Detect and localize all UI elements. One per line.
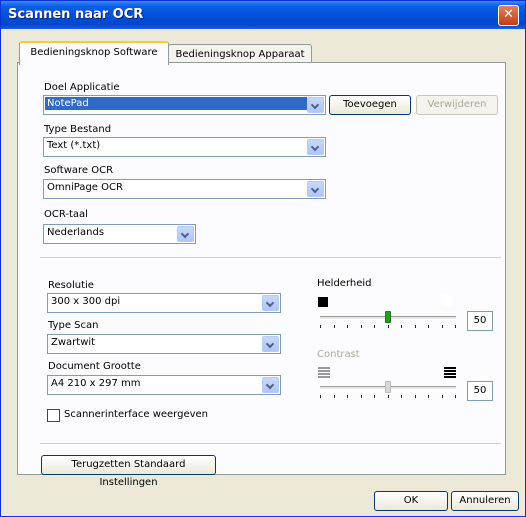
grootte-value: A4 210 x 297 mm: [51, 378, 141, 389]
slider-tick: [428, 395, 429, 398]
slider-tick: [428, 325, 429, 328]
contrast-ticks: [320, 395, 456, 399]
slider-tick: [442, 325, 443, 328]
chevron-down-icon[interactable]: [307, 97, 324, 113]
chevron-down-icon[interactable]: [177, 226, 194, 242]
close-icon: ✕: [503, 7, 514, 22]
slider-tick: [388, 325, 389, 328]
tab-software-label: Bedieningsknop Software: [30, 47, 158, 58]
tab-apparaat-label: Bedieningsknop Apparaat: [175, 49, 305, 60]
slider-tick: [361, 395, 362, 398]
low-contrast-icon: [318, 367, 330, 379]
remove-button[interactable]: Verwijderen: [416, 95, 498, 115]
slider-tick: [455, 395, 456, 398]
slider-tick: [415, 325, 416, 328]
slider-tick: [388, 395, 389, 398]
software-select[interactable]: OmniPage OCR: [43, 179, 326, 199]
taal-select[interactable]: Nederlands: [43, 224, 196, 244]
dark-square-icon: [318, 297, 328, 307]
slider-tick: [415, 395, 416, 398]
scan-label: Type Scan: [48, 320, 99, 331]
slider-tick: [361, 325, 362, 328]
high-contrast-icon: [444, 367, 456, 379]
slider-tick: [320, 395, 321, 398]
window-title: Scannen naar OCR: [8, 7, 144, 22]
interface-checkbox[interactable]: [47, 409, 60, 422]
contrast-label: Contrast: [317, 349, 360, 360]
helderheid-value[interactable]: 50: [467, 311, 493, 331]
resolutie-value: 300 x 300 dpi: [51, 296, 121, 307]
title-bar[interactable]: Scannen naar OCR ✕: [1, 1, 525, 29]
software-value: OmniPage OCR: [47, 182, 123, 193]
slider-tick: [374, 395, 375, 398]
taal-value: Nederlands: [47, 227, 105, 238]
separator: [40, 257, 501, 259]
taal-label: OCR-taal: [44, 209, 88, 220]
chevron-down-icon[interactable]: [307, 181, 324, 197]
slider-tick: [320, 325, 321, 328]
doel-select[interactable]: NotePad: [43, 95, 326, 115]
slider-tick: [374, 325, 375, 328]
ok-button[interactable]: OK: [374, 491, 448, 511]
slider-tick: [347, 395, 348, 398]
bestand-select[interactable]: Text (*.txt): [43, 137, 326, 157]
reset-defaults-button[interactable]: Terugzetten Standaard Instellingen: [41, 455, 216, 488]
bestand-label: Type Bestand: [44, 124, 112, 135]
bestand-value: Text (*.txt): [47, 140, 101, 151]
slider-tick: [347, 325, 348, 328]
slider-tick: [401, 325, 402, 328]
scan-select[interactable]: Zwartwit: [47, 334, 281, 354]
cancel-button[interactable]: Annuleren: [451, 491, 519, 511]
resolutie-select[interactable]: 300 x 300 dpi: [47, 293, 281, 313]
dialog-content: Bedieningsknop Software Bedieningsknop A…: [4, 29, 522, 513]
slider-tick: [442, 395, 443, 398]
chevron-down-icon[interactable]: [262, 377, 279, 393]
resolutie-label: Resolutie: [48, 280, 94, 291]
slider-tick: [455, 325, 456, 328]
doel-label: Doel Applicatie: [44, 82, 120, 93]
dialog-window: Scannen naar OCR ✕ Bedieningsknop Softwa…: [0, 0, 526, 517]
doel-value: NotePad: [45, 97, 307, 110]
light-square-icon: [442, 295, 453, 306]
helderheid-slider-thumb[interactable]: [385, 311, 391, 323]
slider-tick: [334, 395, 335, 398]
contrast-value[interactable]: 50: [467, 381, 493, 401]
slider-tick: [401, 395, 402, 398]
grootte-select[interactable]: A4 210 x 297 mm: [47, 375, 281, 395]
chevron-down-icon[interactable]: [262, 295, 279, 311]
scan-value: Zwartwit: [51, 337, 96, 348]
chevron-down-icon[interactable]: [307, 139, 324, 155]
helderheid-label: Helderheid: [317, 278, 372, 289]
grootte-label: Document Grootte: [48, 361, 141, 372]
add-button[interactable]: Toevoegen: [329, 95, 411, 115]
interface-label: Scannerinterface weergeven: [64, 409, 209, 420]
separator: [40, 443, 501, 445]
close-button[interactable]: ✕: [498, 5, 519, 26]
software-label: Software OCR: [44, 165, 114, 176]
tab-software[interactable]: Bedieningsknop Software: [19, 41, 169, 65]
chevron-down-icon[interactable]: [262, 336, 279, 352]
contrast-slider-thumb[interactable]: [385, 381, 391, 393]
helderheid-ticks: [320, 325, 456, 329]
slider-tick: [334, 325, 335, 328]
